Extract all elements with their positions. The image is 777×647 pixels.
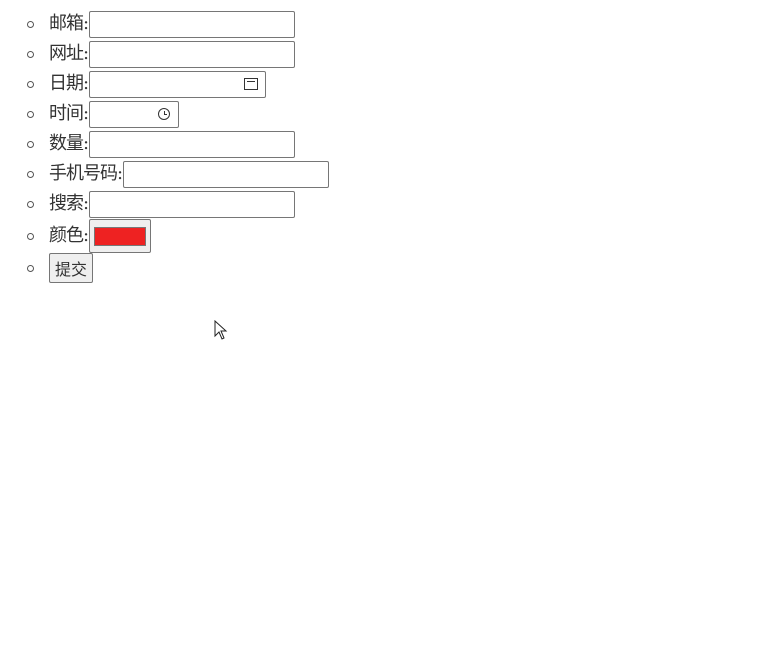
list-item-number: 数量:: [0, 129, 777, 159]
color-label: 颜色:: [49, 225, 89, 246]
mouse-cursor-icon: [214, 320, 228, 340]
bullet-icon: [27, 81, 34, 88]
list-item-color: 颜色:: [0, 219, 777, 253]
list-item-tel: 手机号码:: [0, 159, 777, 189]
number-label: 数量:: [49, 133, 89, 154]
tel-label: 手机号码:: [49, 163, 123, 184]
search-input[interactable]: [89, 190, 296, 218]
number-field[interactable]: [89, 130, 296, 158]
time-field[interactable]: [89, 100, 180, 128]
search-label: 搜索:: [49, 193, 89, 214]
bullet-icon: [27, 21, 34, 28]
color-swatch: [94, 226, 147, 246]
bullet-icon: [27, 51, 34, 58]
bullet-icon: [27, 233, 34, 240]
url-label: 网址:: [49, 43, 89, 64]
tel-field[interactable]: [123, 160, 330, 188]
url-field[interactable]: [89, 40, 296, 68]
bullet-icon: [27, 141, 34, 148]
list-item-email: 邮箱:: [0, 9, 777, 39]
form-list: 邮箱: 网址: 日期: 时间: 数量: 手机号码: 搜索: 颜色: 提交: [0, 0, 777, 283]
list-item-time: 时间:: [0, 99, 777, 129]
bullet-icon: [27, 111, 34, 118]
submit-button[interactable]: 提交: [49, 253, 94, 283]
list-item-search: 搜索:: [0, 189, 777, 219]
list-item-url: 网址:: [0, 39, 777, 69]
date-label: 日期:: [49, 73, 89, 94]
list-item-submit: 提交: [0, 253, 777, 283]
time-label: 时间:: [49, 103, 89, 124]
bullet-icon: [27, 171, 34, 178]
date-field[interactable]: [89, 70, 267, 98]
clock-icon[interactable]: [158, 107, 171, 120]
bullet-icon: [27, 201, 34, 208]
email-label: 邮箱:: [49, 13, 89, 34]
list-item-date: 日期:: [0, 69, 777, 99]
bullet-icon: [27, 265, 34, 272]
email-field[interactable]: [89, 10, 296, 38]
color-picker[interactable]: [89, 219, 152, 253]
calendar-icon[interactable]: [244, 77, 259, 90]
